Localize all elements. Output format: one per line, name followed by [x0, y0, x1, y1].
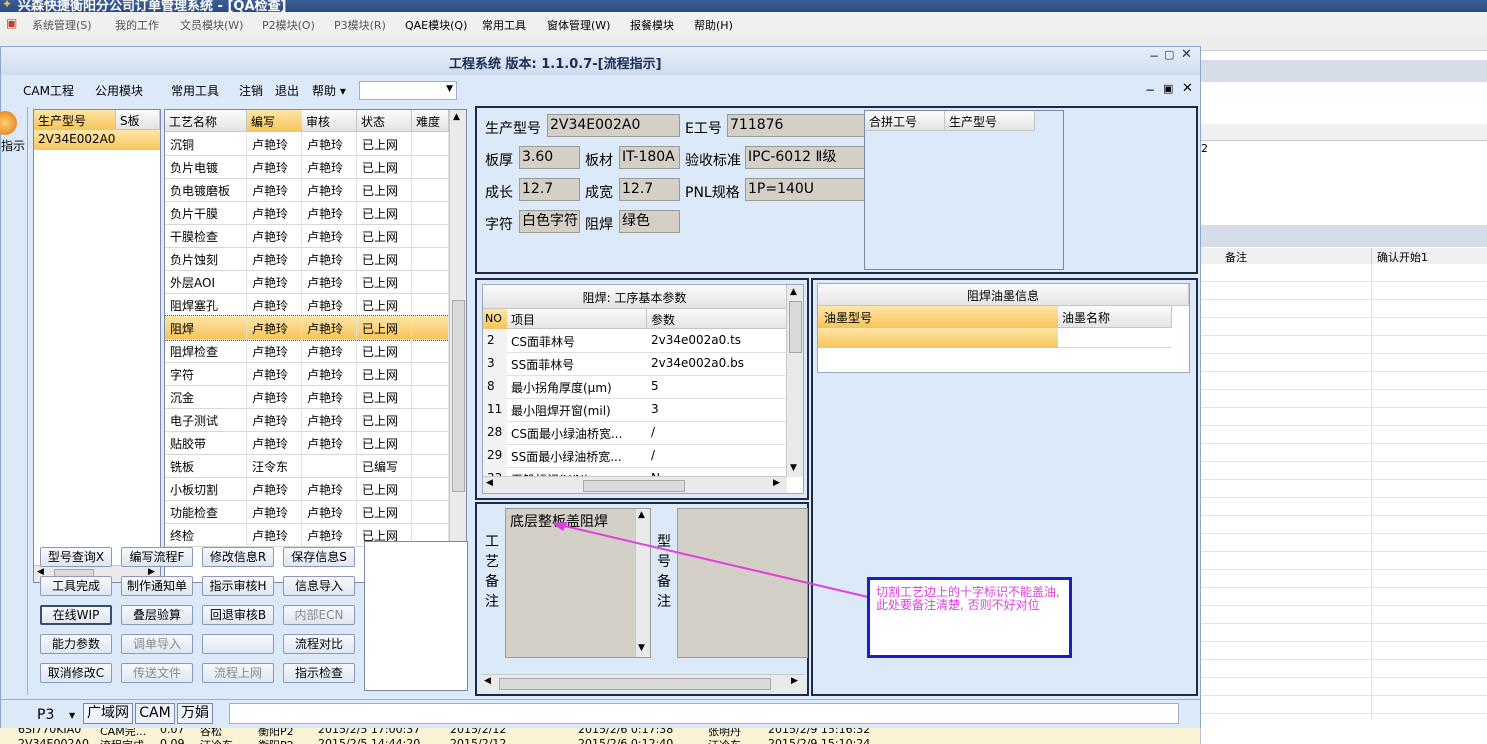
annotation-arrow-line [555, 523, 869, 598]
annotation-arrow [552, 522, 869, 598]
annotation-text: 切割工艺边上的十字标识不能盖油, 此处要备注清楚, 否则不好对位 [876, 585, 1060, 612]
annotation-box: 切割工艺边上的十字标识不能盖油, 此处要备注清楚, 否则不好对位 [867, 577, 1072, 658]
